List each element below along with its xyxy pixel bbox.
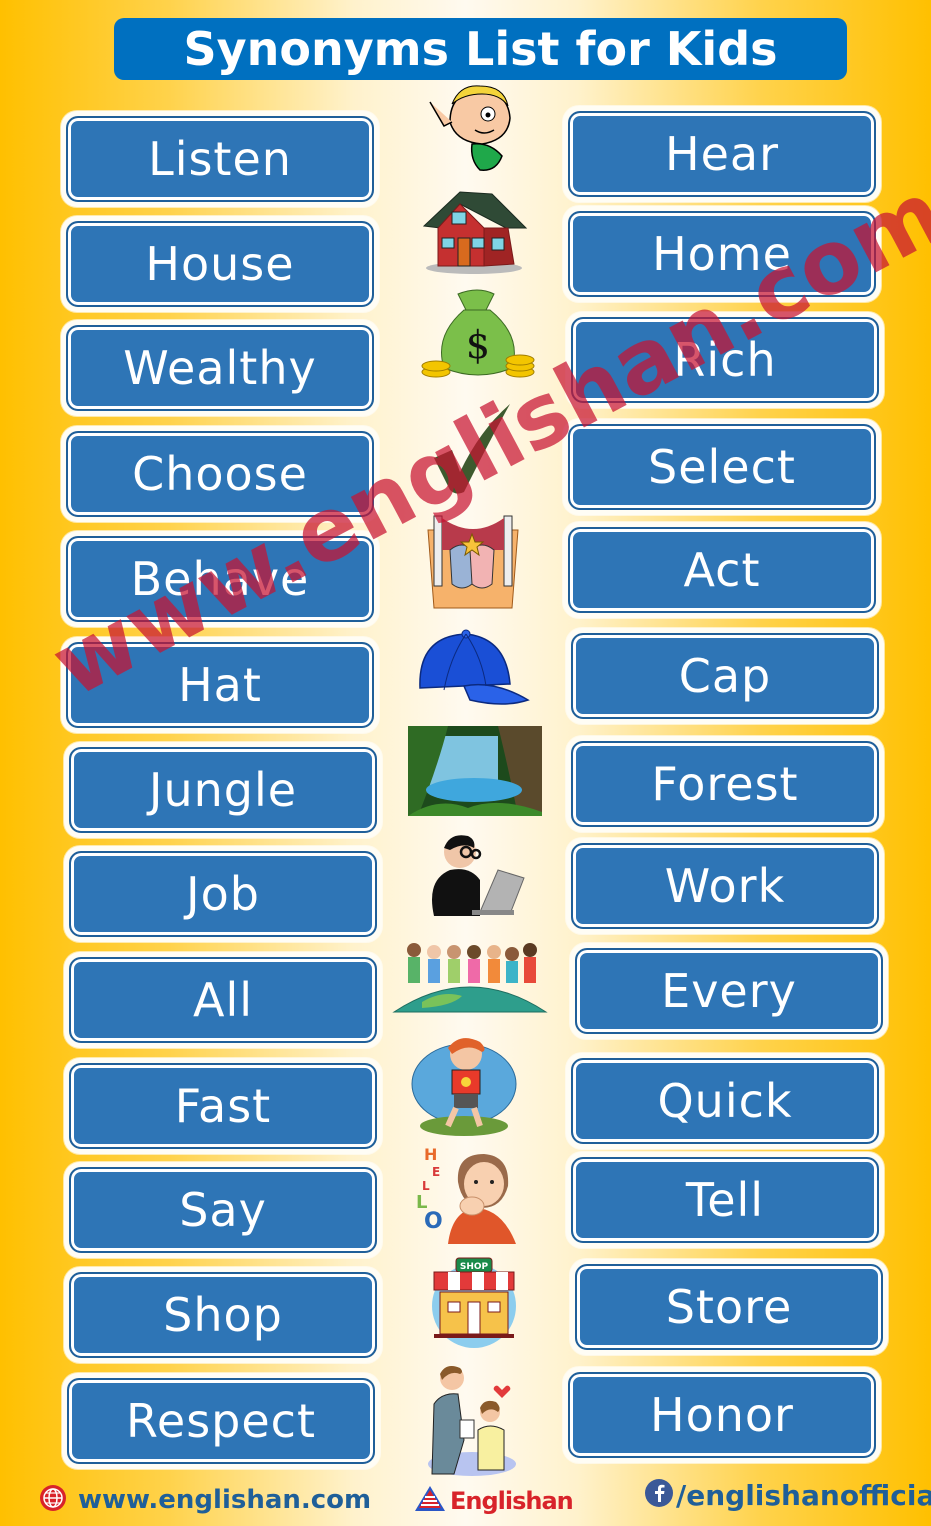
footer-facebook[interactable]: /englishanofficial xyxy=(644,1478,931,1512)
synonym-label: Quick xyxy=(657,1074,793,1128)
globe-icon xyxy=(38,1483,68,1517)
svg-text:E: E xyxy=(432,1165,440,1179)
synonym-card-right: Honor xyxy=(563,1367,881,1463)
synonym-card-right: Quick xyxy=(566,1053,884,1149)
shop-sign-text: SHOP xyxy=(460,1262,489,1272)
brand-logo: Englishan xyxy=(414,1485,574,1517)
children-on-globe-icon xyxy=(392,936,548,1016)
running-girl-icon xyxy=(408,1030,520,1138)
word-label: Say xyxy=(179,1183,267,1237)
office-worker-icon xyxy=(420,830,528,918)
synonym-label: Rich xyxy=(673,333,777,387)
word-card-left: All xyxy=(64,952,382,1048)
facebook-handle[interactable]: /englishanofficial xyxy=(676,1479,931,1512)
synonym-label: Cap xyxy=(678,649,772,703)
handshake-respect-icon xyxy=(424,1360,520,1480)
synonym-label: Honor xyxy=(650,1388,794,1442)
shop-building-icon: SHOP xyxy=(422,1256,526,1348)
word-label: Wealthy xyxy=(123,341,317,395)
word-label: Fast xyxy=(174,1079,272,1133)
word-card-left: Say xyxy=(64,1162,382,1258)
synonym-card-right: Home xyxy=(563,206,881,302)
facebook-icon xyxy=(644,1478,674,1512)
house-icon xyxy=(418,184,530,276)
synonym-label: Select xyxy=(648,440,796,494)
synonym-card-right: Select xyxy=(563,419,881,515)
synonym-label: Home xyxy=(652,227,792,281)
word-label: Behave xyxy=(130,552,310,606)
theater-masks-icon xyxy=(420,510,526,616)
synonym-label: Forest xyxy=(651,757,799,811)
brand-name: Englishan xyxy=(450,1487,574,1515)
word-card-left: Listen xyxy=(61,111,379,207)
girl-saying-hello-icon: H E L L O xyxy=(412,1142,518,1244)
word-label: Hat xyxy=(178,658,262,712)
word-label: Jungle xyxy=(148,763,298,817)
synonym-card-right: Work xyxy=(566,838,884,934)
word-card-left: Jungle xyxy=(64,742,382,838)
word-label: House xyxy=(145,237,295,291)
word-card-left: Respect xyxy=(62,1373,380,1469)
word-card-left: House xyxy=(61,216,379,312)
synonym-card-right: Store xyxy=(570,1259,888,1355)
word-card-left: Hat xyxy=(61,637,379,733)
synonym-card-right: Hear xyxy=(563,106,881,202)
synonym-label: Tell xyxy=(685,1173,765,1227)
hello-letter: H xyxy=(424,1145,437,1164)
money-bag-icon: $ xyxy=(416,286,540,386)
synonym-card-right: Every xyxy=(570,943,888,1039)
title-banner: Synonyms List for Kids xyxy=(114,18,847,80)
word-label: Respect xyxy=(126,1394,316,1448)
synonym-card-right: Forest xyxy=(566,736,884,832)
svg-text:O: O xyxy=(424,1209,443,1234)
synonym-label: Store xyxy=(665,1280,793,1334)
word-label: All xyxy=(192,973,254,1027)
checkmark-icon xyxy=(430,400,514,496)
synonym-label: Every xyxy=(661,964,797,1018)
word-card-left: Choose xyxy=(61,426,379,522)
word-label: Choose xyxy=(132,447,308,501)
listening-boy-icon xyxy=(420,82,530,174)
svg-text:$: $ xyxy=(466,323,490,367)
synonym-card-right: Cap xyxy=(566,628,884,724)
word-label: Job xyxy=(186,867,260,921)
englishan-logo-icon xyxy=(414,1485,446,1517)
word-card-left: Wealthy xyxy=(61,320,379,416)
word-card-left: Shop xyxy=(64,1267,382,1363)
word-card-left: Fast xyxy=(64,1058,382,1154)
word-card-left: Behave xyxy=(61,531,379,627)
svg-text:L: L xyxy=(422,1179,430,1193)
synonym-label: Work xyxy=(664,859,786,913)
footer-website[interactable]: www.englishan.com xyxy=(38,1483,371,1517)
page-title: Synonyms List for Kids xyxy=(183,22,778,76)
synonym-card-right: Rich xyxy=(566,312,884,408)
baseball-cap-icon xyxy=(414,628,532,710)
jungle-scene-icon xyxy=(408,726,542,816)
synonym-card-right: Tell xyxy=(566,1152,884,1248)
synonym-card-right: Act xyxy=(563,522,881,618)
website-link[interactable]: www.englishan.com xyxy=(78,1485,371,1515)
word-label: Listen xyxy=(148,132,292,186)
word-label: Shop xyxy=(163,1288,283,1342)
word-card-left: Job xyxy=(64,846,382,942)
synonym-label: Hear xyxy=(665,127,779,181)
synonym-label: Act xyxy=(683,543,761,597)
